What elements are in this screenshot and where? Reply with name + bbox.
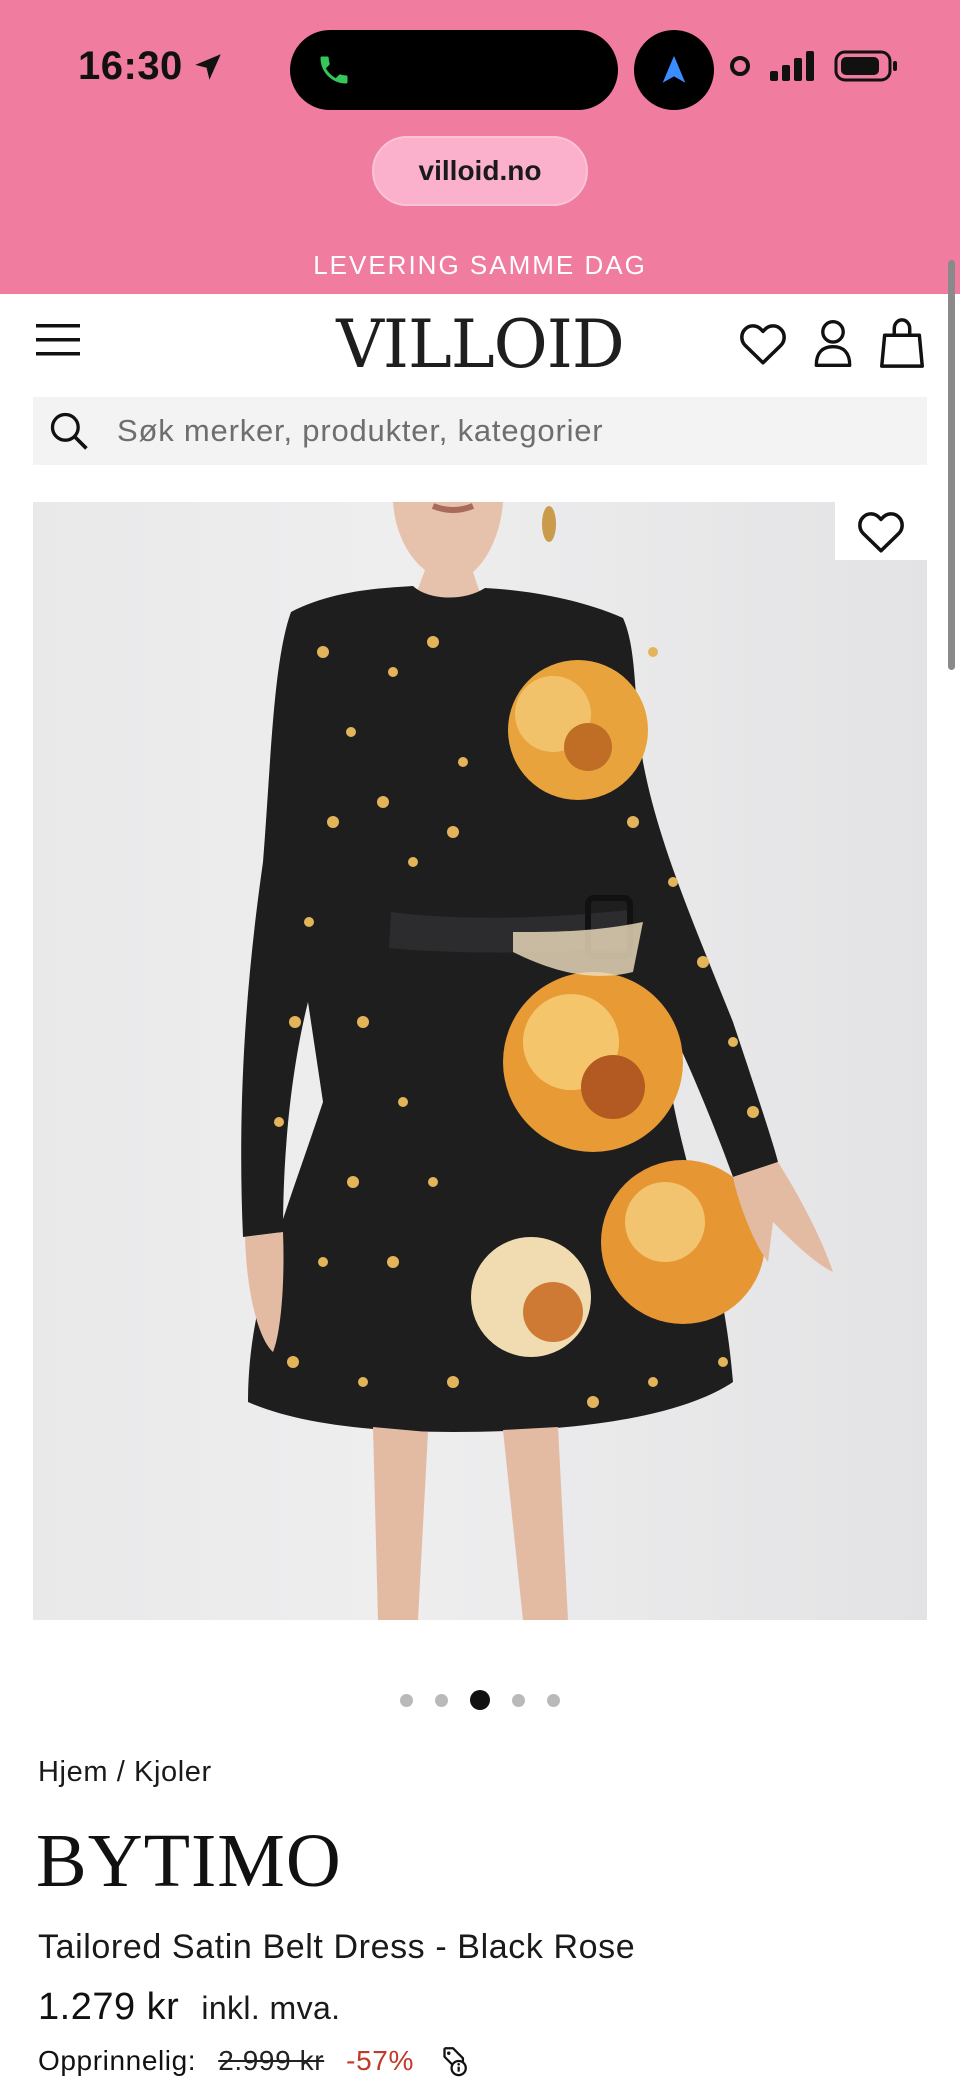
- account-user-icon[interactable]: [810, 317, 856, 369]
- breadcrumb[interactable]: Hjem / Kjoler: [38, 1756, 212, 1789]
- promo-banner: LEVERING SAMME DAG: [313, 250, 647, 280]
- vat-note: inkl. mva.: [201, 1990, 341, 2026]
- gallery-dot-active[interactable]: [470, 1690, 490, 1710]
- image-wishlist-button[interactable]: [835, 502, 927, 560]
- product-image[interactable]: [33, 502, 927, 1620]
- shopping-bag-icon[interactable]: [878, 316, 926, 370]
- current-price: 1.279 kr: [38, 1986, 180, 2028]
- gallery-dot[interactable]: [435, 1693, 448, 1707]
- product-title: Tailored Satin Belt Dress - Black Rose: [38, 1928, 636, 1966]
- phone-call-icon: [320, 56, 348, 84]
- gallery-dot[interactable]: [512, 1693, 525, 1707]
- dress-photo-illustration: [241, 502, 833, 1620]
- original-label: Opprinnelig:: [38, 2045, 197, 2076]
- status-indicators: [728, 50, 898, 82]
- price-row: 1.279 kr inkl. mva.: [38, 1986, 340, 2029]
- wishlist-heart-icon[interactable]: [738, 320, 788, 366]
- gallery-pagination: [0, 1690, 960, 1710]
- heart-outline-icon: [858, 512, 904, 553]
- battery-icon: [834, 50, 897, 82]
- status-time: 16:30: [78, 44, 225, 89]
- location-arrow-icon: [195, 53, 221, 80]
- gallery-dot[interactable]: [400, 1693, 413, 1707]
- brand-name[interactable]: BYTIMO: [36, 1818, 342, 1905]
- search-icon: [41, 403, 97, 459]
- dynamic-island: [290, 30, 618, 110]
- navigation-indicator: [634, 30, 714, 110]
- navigation-arrow-icon: [662, 55, 686, 83]
- recording-dot-icon: [730, 56, 750, 76]
- gallery-dot[interactable]: [547, 1693, 560, 1707]
- status-time-text: 16:30: [78, 44, 183, 88]
- signal-icon: [770, 51, 814, 81]
- browser-top-area: 16:30 villoid.no LEVERING SAMME DAG: [0, 0, 960, 294]
- original-price-row: Opprinnelig: 2.999 kr -57%: [38, 2044, 470, 2078]
- address-bar[interactable]: villoid.no: [372, 136, 588, 206]
- discount-badge: -57%: [346, 2045, 414, 2076]
- url-text: villoid.no: [418, 155, 542, 186]
- header-actions: [738, 316, 926, 370]
- original-price: 2.999 kr: [218, 2045, 325, 2076]
- search-placeholder: Søk merker, produkter, kategorier: [117, 413, 604, 448]
- price-info-tag-icon[interactable]: [436, 2044, 470, 2078]
- site-header: VILLOID: [0, 294, 960, 394]
- search-bar[interactable]: Søk merker, produkter, kategorier: [33, 397, 927, 465]
- page-scrollbar[interactable]: [948, 260, 955, 670]
